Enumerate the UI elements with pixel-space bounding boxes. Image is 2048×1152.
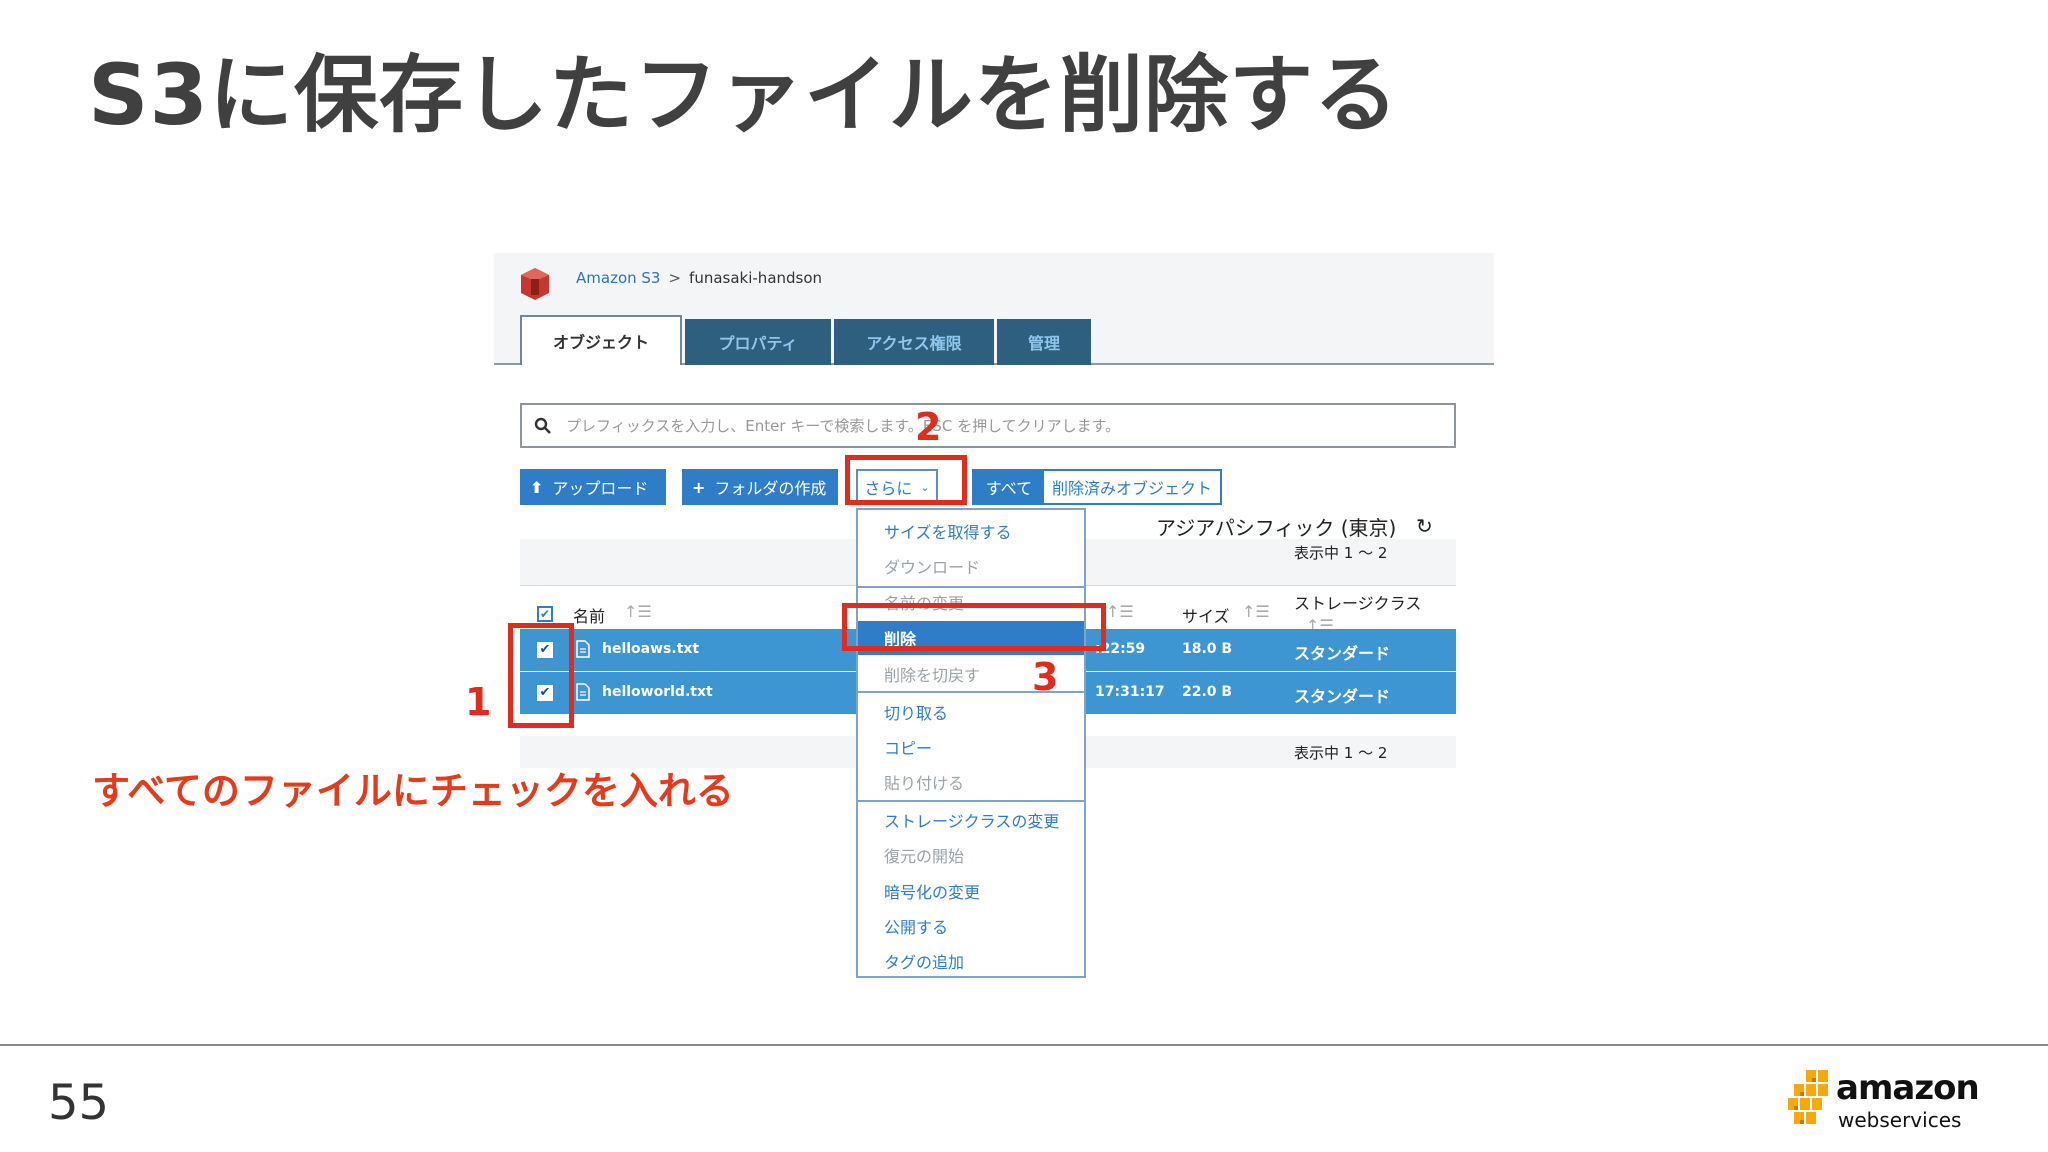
storage-class: スタンダード <box>1294 687 1391 706</box>
step-number-2: 2 <box>915 405 942 449</box>
upload-label: アップロード <box>552 479 649 498</box>
file-name[interactable]: helloworld.txt <box>602 684 713 700</box>
aws-logo: amazon webservices <box>1786 1068 1980 1134</box>
upload-icon: ⬆ <box>530 477 544 497</box>
aws-cubes-icon <box>1788 1070 1828 1124</box>
refresh-icon[interactable]: ↻ <box>1416 514 1433 538</box>
plus-icon: + <box>692 477 706 497</box>
step-number-3: 3 <box>1032 655 1059 699</box>
menu-item-add-tags[interactable]: タグの追加 <box>858 944 1084 978</box>
file-icon <box>576 683 590 701</box>
tab-objects[interactable]: オブジェクト <box>520 315 682 365</box>
search-placeholder: プレフィックスを入力し、Enter キーで検索します。ESC を押してクリアしま… <box>566 417 1121 435</box>
select-all-checkbox[interactable]: ✔ <box>537 606 553 622</box>
region-label: アジアパシフィック (東京) <box>1156 516 1397 540</box>
menu-item-cut[interactable]: 切り取る <box>858 695 1084 729</box>
sort-icon[interactable]: ↑☰ <box>1242 602 1270 621</box>
filter-deleted-objects-button[interactable]: 削除済みオブジェクト <box>1044 471 1220 503</box>
file-icon <box>576 640 590 658</box>
column-name-header[interactable]: 名前 <box>573 603 605 627</box>
breadcrumb-amazon-s3[interactable]: Amazon S3 <box>576 269 660 287</box>
highlight-more-button <box>845 455 967 505</box>
breadcrumb-separator: > <box>668 269 682 287</box>
sort-icon[interactable]: ↑☰ <box>1106 602 1134 621</box>
column-size-header[interactable]: サイズ <box>1182 603 1230 627</box>
highlight-checkboxes <box>508 623 574 728</box>
search-icon <box>534 417 551 434</box>
shown-count-bottom: 表示中 1 ～ 2 <box>1294 744 1388 762</box>
menu-item-change-encryption[interactable]: 暗号化の変更 <box>858 874 1084 908</box>
menu-divider <box>858 800 1084 802</box>
more-actions-menu: サイズを取得する ダウンロード 名前の変更 削除 削除を切戻す 切り取る コピー… <box>856 508 1086 978</box>
file-size: 18.0 B <box>1182 641 1233 657</box>
step-number-1: 1 <box>465 680 492 724</box>
menu-item-get-size[interactable]: サイズを取得する <box>858 514 1084 548</box>
file-size: 22.0 B <box>1182 684 1233 700</box>
sort-icon[interactable]: ↑☰ <box>624 602 652 621</box>
view-filter: すべて 削除済みオブジェクト <box>972 469 1222 505</box>
page-number: 55 <box>48 1075 110 1131</box>
create-folder-label: フォルダの作成 <box>714 479 827 498</box>
upload-button[interactable]: ⬆ アップロード <box>520 469 666 505</box>
column-storage-class-header[interactable]: ストレージクラス <box>1294 590 1421 614</box>
filter-all-button[interactable]: すべて <box>974 471 1044 503</box>
footer-divider <box>0 1044 2048 1046</box>
last-modified: 17:31:17 <box>1095 684 1165 700</box>
callout-text: すべてのファイルにチェックを入れる <box>92 769 734 813</box>
tab-properties[interactable]: プロパティ <box>685 319 831 365</box>
tab-permissions[interactable]: アクセス権限 <box>834 319 994 365</box>
menu-item-download[interactable]: ダウンロード <box>858 549 1084 583</box>
breadcrumb: Amazon S3 > funasaki-handson <box>576 269 822 287</box>
menu-item-change-storage-class[interactable]: ストレージクラスの変更 <box>858 803 1084 837</box>
console-header: Amazon S3 > funasaki-handson オブジェクト プロパティ … <box>494 253 1494 365</box>
file-name[interactable]: helloaws.txt <box>602 641 699 657</box>
highlight-delete-item <box>842 603 1106 651</box>
s3-console-screenshot: Amazon S3 > funasaki-handson オブジェクト プロパティ … <box>494 253 1494 978</box>
aws-logo-amazon: amazon <box>1836 1068 1980 1108</box>
tab-management[interactable]: 管理 <box>997 319 1091 365</box>
menu-item-make-public[interactable]: 公開する <box>858 909 1084 943</box>
aws-logo-webservices: webservices <box>1838 1108 1962 1132</box>
menu-item-copy[interactable]: コピー <box>858 730 1084 764</box>
menu-item-initiate-restore[interactable]: 復元の開始 <box>858 838 1084 872</box>
shown-count-top: 表示中 1 ～ 2 <box>1294 544 1388 562</box>
s3-logo-icon <box>521 268 549 300</box>
tab-bar: オブジェクト プロパティ アクセス権限 管理 <box>520 315 1094 365</box>
slide-title: S3に保存したファイルを削除する <box>88 46 1399 144</box>
menu-item-paste[interactable]: 貼り付ける <box>858 765 1084 799</box>
breadcrumb-bucket: funasaki-handson <box>689 269 823 287</box>
search-input[interactable]: プレフィックスを入力し、Enter キーで検索します。ESC を押してクリアしま… <box>520 403 1456 448</box>
storage-class: スタンダード <box>1294 644 1391 663</box>
create-folder-button[interactable]: + フォルダの作成 <box>682 469 838 505</box>
